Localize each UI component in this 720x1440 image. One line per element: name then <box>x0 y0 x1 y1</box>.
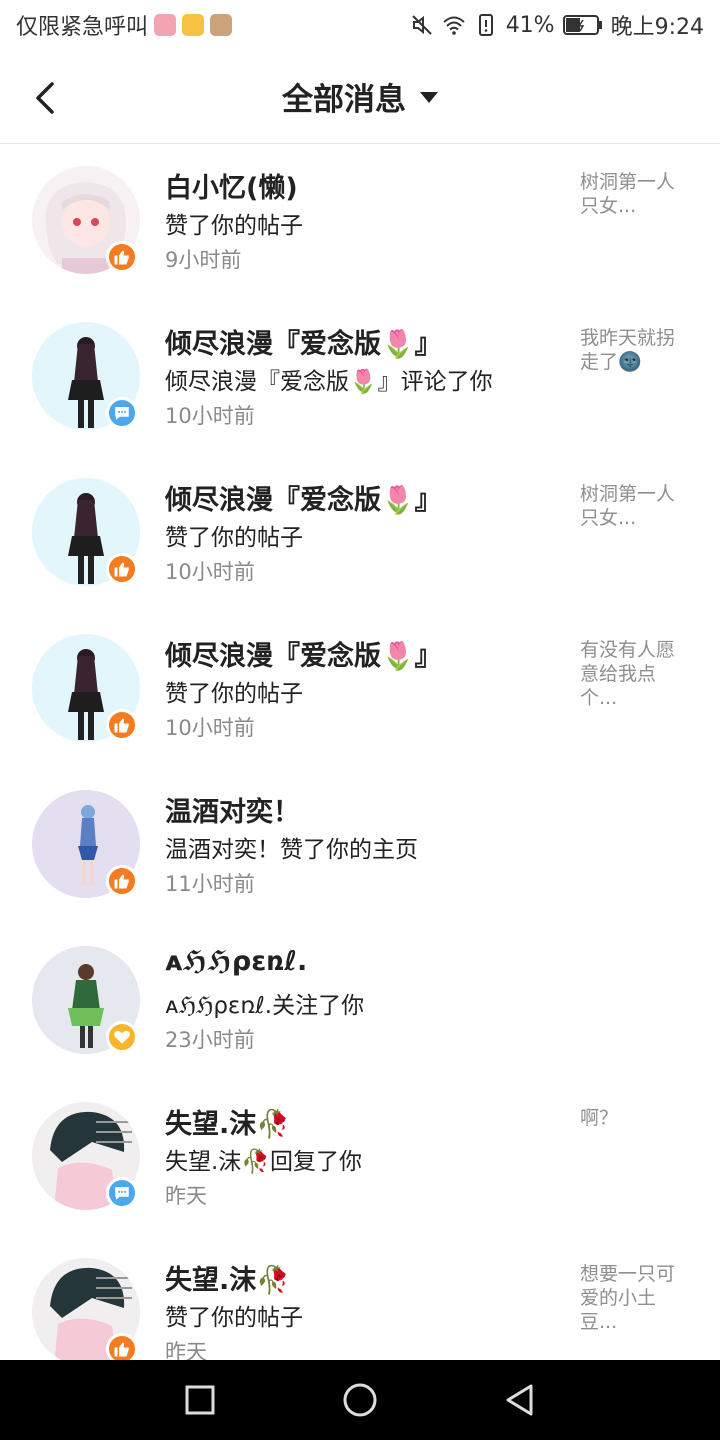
message-item[interactable]: 倾尽浪漫『爱念版🌷』 赞了你的帖子 10小时前 树洞第一人只女... <box>0 456 720 612</box>
comment-badge <box>106 1177 138 1209</box>
sender-name[interactable]: 倾尽浪漫『爱念版🌷』 <box>165 634 442 673</box>
triangle-back-icon <box>506 1384 533 1416</box>
chevron-left-icon <box>36 82 54 114</box>
thumbs-up-icon <box>114 874 129 889</box>
sender-name[interactable]: 白小忆(懒) <box>165 166 298 205</box>
message-filter-dropdown[interactable]: 全部消息 <box>282 74 438 119</box>
message-item[interactable]: 倾尽浪漫『爱念版🌷』 倾尽浪漫『爱念版🌷』评论了你 10小时前 我昨天就拐走了🌚 <box>0 300 720 456</box>
message-action: 赞了你的帖子 <box>165 525 303 551</box>
message-time: 9小时前 <box>165 248 242 272</box>
square-icon <box>185 1385 215 1415</box>
message-list[interactable]: 白小忆(懒) 赞了你的帖子 9小时前 树洞第一人只女... 倾尽浪漫『爱念版🌷』… <box>0 144 720 1360</box>
follow-badge <box>106 1021 138 1053</box>
page-title: 全部消息 <box>282 82 406 118</box>
message-time: 昨天 <box>165 1184 207 1208</box>
caret-down-icon <box>420 92 438 103</box>
sender-name[interactable]: 失望.沫🥀 <box>165 1258 290 1297</box>
message-action: 倾尽浪漫『爱念版🌷』评论了你 <box>165 369 493 395</box>
message-action: 温酒对奕！赞了你的主页 <box>165 837 418 863</box>
message-time: 11小时前 <box>165 872 255 896</box>
battery-percent: 41% <box>505 12 555 38</box>
clock-time: 晚上9:24 <box>610 15 704 40</box>
mute-icon <box>411 15 432 35</box>
sender-name[interactable]: 倾尽浪漫『爱念版🌷』 <box>165 478 442 517</box>
back-button[interactable] <box>28 78 64 118</box>
carrier-text: 仅限紧急呼叫 <box>16 15 149 40</box>
header: 全部消息 <box>0 50 720 144</box>
system-navigation-bar <box>0 1360 720 1440</box>
message-item[interactable]: 温酒对奕！ 温酒对奕！赞了你的主页 11小时前 <box>0 768 720 924</box>
message-item[interactable]: 白小忆(懒) 赞了你的帖子 9小时前 树洞第一人只女... <box>0 144 720 300</box>
heart-icon <box>114 1030 130 1044</box>
comment-icon <box>115 407 129 420</box>
home-button[interactable] <box>340 1380 380 1420</box>
message-item[interactable]: 失望.沫🥀 失望.沫🥀回复了你 昨天 啊？ <box>0 1080 720 1236</box>
status-bar: 仅限紧急呼叫 41% 晚上9:24 <box>0 0 720 50</box>
sender-name[interactable]: 倾尽浪漫『爱念版🌷』 <box>165 322 442 361</box>
message-action: 赞了你的帖子 <box>165 681 303 707</box>
wifi-icon <box>443 16 465 35</box>
message-action: 失望.沫🥀回复了你 <box>165 1149 362 1175</box>
thumbs-up-icon <box>114 718 129 733</box>
thumbs-up-icon <box>114 562 129 577</box>
like-badge <box>106 241 138 273</box>
comment-preview[interactable]: 啊？ <box>580 1106 692 1130</box>
message-action: ᴀℌℌρεռℓ.关注了你 <box>165 993 365 1019</box>
post-preview[interactable]: 想要一只可爱的小土豆... <box>580 1262 692 1334</box>
like-badge <box>106 553 138 585</box>
comment-preview[interactable]: 我昨天就拐走了🌚 <box>580 326 692 374</box>
post-preview[interactable]: 树洞第一人只女... <box>580 482 692 530</box>
thumbs-up-icon <box>114 250 129 265</box>
battery-icon <box>562 15 602 35</box>
sim-alert-icon <box>478 14 493 36</box>
message-item[interactable]: 倾尽浪漫『爱念版🌷』 赞了你的帖子 10小时前 有没有人愿意给我点个... <box>0 612 720 768</box>
system-back-button[interactable] <box>500 1380 540 1420</box>
sender-name[interactable]: 温酒对奕！ <box>165 790 300 829</box>
recents-button[interactable] <box>180 1380 220 1420</box>
circle-icon <box>343 1383 377 1417</box>
app-notification-icon <box>154 14 177 36</box>
message-time: 昨天 <box>165 1340 207 1360</box>
post-preview[interactable]: 有没有人愿意给我点个... <box>580 638 692 710</box>
like-badge <box>106 709 138 741</box>
like-badge <box>106 1333 138 1360</box>
message-time: 23小时前 <box>165 1028 255 1052</box>
message-time: 10小时前 <box>165 404 255 428</box>
message-item[interactable]: ᴀℌℌρεռℓ. ᴀℌℌρεռℓ.关注了你 23小时前 <box>0 924 720 1080</box>
app-notification-icon <box>182 14 205 36</box>
like-badge <box>106 865 138 897</box>
comment-icon <box>115 1187 129 1200</box>
app-notification-icon <box>210 14 233 36</box>
sender-name[interactable]: 失望.沫🥀 <box>165 1102 290 1141</box>
status-app-icons <box>154 14 233 36</box>
message-action: 赞了你的帖子 <box>165 1305 303 1331</box>
post-preview[interactable]: 树洞第一人只女... <box>580 170 692 218</box>
message-item[interactable]: 失望.沫🥀 赞了你的帖子 昨天 想要一只可爱的小土豆... <box>0 1236 720 1360</box>
message-time: 10小时前 <box>165 560 255 584</box>
comment-badge <box>106 397 138 429</box>
sender-name[interactable]: ᴀℌℌρεռℓ. <box>165 946 307 977</box>
message-action: 赞了你的帖子 <box>165 213 303 239</box>
thumbs-up-icon <box>114 1342 129 1357</box>
message-time: 10小时前 <box>165 716 255 740</box>
